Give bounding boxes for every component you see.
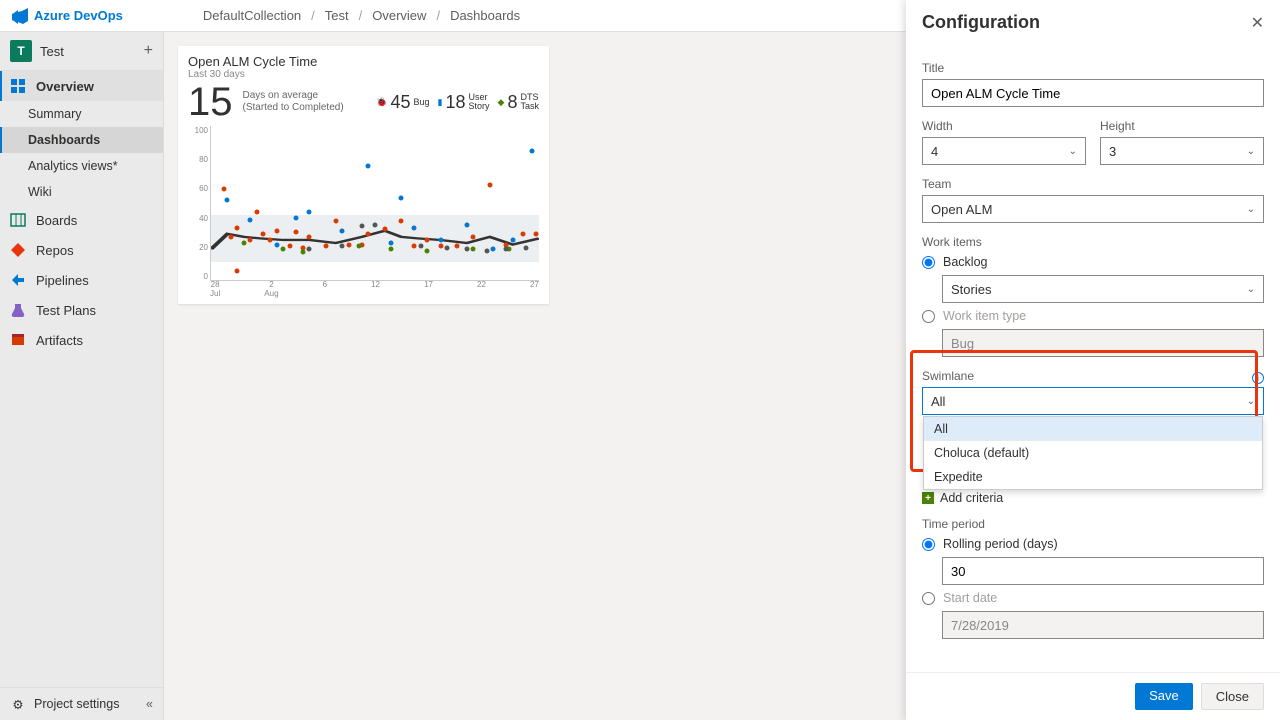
sidebar-item-pipelines[interactable]: Pipelines	[0, 265, 163, 295]
startdate-input	[942, 611, 1264, 639]
swimlane-option[interactable]: Expedite	[924, 465, 1262, 489]
backlog-radio[interactable]: Backlog	[922, 255, 1264, 269]
brand-logo[interactable]: Azure DevOps	[12, 8, 123, 24]
sidebar-item-overview[interactable]: Overview	[0, 71, 163, 101]
breadcrumb-item[interactable]: Dashboards	[450, 8, 520, 23]
width-select[interactable]: 4⌄	[922, 137, 1086, 165]
add-criteria-button[interactable]: +Add criteria	[922, 491, 1264, 505]
timeperiod-label: Time period	[922, 517, 1264, 531]
testplans-icon	[10, 302, 26, 318]
project-badge: T	[10, 40, 32, 62]
height-label: Height	[1100, 119, 1264, 133]
chevron-down-icon: ⌄	[1247, 284, 1255, 295]
azure-devops-icon	[12, 8, 28, 24]
breadcrumb: DefaultCollection / Test / Overview / Da…	[203, 8, 520, 23]
sidebar-item-repos[interactable]: Repos	[0, 235, 163, 265]
project-header[interactable]: T Test +	[0, 32, 163, 71]
save-button[interactable]: Save	[1135, 683, 1193, 710]
swimlane-option[interactable]: Choluca (default)	[924, 441, 1262, 465]
breadcrumb-item[interactable]: Overview	[372, 8, 426, 23]
startdate-radio[interactable]: Start date	[922, 591, 1264, 605]
chevron-down-icon: ⌄	[1247, 204, 1255, 215]
swimlane-dropdown: All Choluca (default) Expedite	[923, 416, 1263, 490]
plus-icon: +	[922, 492, 934, 504]
sidebar-sub-dashboards[interactable]: Dashboards	[0, 127, 163, 153]
sidebar-item-testplans[interactable]: Test Plans	[0, 295, 163, 325]
cycle-time-widget[interactable]: Open ALM Cycle Time Last 30 days 15 Days…	[178, 46, 549, 304]
chart: 100806040200 28Jul2Aug612172227	[188, 126, 539, 306]
sidebar-sub-analytics[interactable]: Analytics views*	[0, 153, 163, 179]
widget-title: Open ALM Cycle Time	[188, 54, 539, 69]
big-number: 15	[188, 82, 233, 122]
sidebar-sub-wiki[interactable]: Wiki	[0, 179, 163, 205]
sidebar-item-boards[interactable]: Boards	[0, 205, 163, 235]
task-icon: ◆	[498, 97, 505, 108]
title-label: Title	[922, 61, 1264, 75]
rolling-input[interactable]	[942, 557, 1264, 585]
avg-label: Days on average (Started to Completed)	[243, 90, 344, 114]
team-label: Team	[922, 177, 1264, 191]
rolling-radio[interactable]: Rolling period (days)	[922, 537, 1264, 551]
add-icon[interactable]: +	[144, 42, 153, 60]
repos-icon	[10, 242, 26, 258]
project-name: Test	[40, 44, 136, 59]
collapse-icon[interactable]: «	[146, 697, 153, 711]
legend: 🐞45Bug ▮18UserStory ◆8DTSTask	[376, 92, 539, 113]
wit-select: Bug	[942, 329, 1264, 357]
overview-icon	[10, 78, 26, 94]
width-label: Width	[922, 119, 1086, 133]
breadcrumb-item[interactable]: DefaultCollection	[203, 8, 301, 23]
artifacts-icon	[10, 332, 26, 348]
panel-title: Configuration	[922, 12, 1040, 33]
chevron-down-icon: ⌄	[1247, 396, 1255, 407]
team-select[interactable]: Open ALM⌄	[922, 195, 1264, 223]
project-settings[interactable]: ⚙ Project settings «	[0, 687, 163, 720]
bug-icon: 🐞	[376, 97, 387, 108]
story-icon: ▮	[438, 97, 443, 108]
title-input[interactable]	[922, 79, 1264, 107]
workitems-label: Work items	[922, 235, 1264, 249]
boards-icon	[10, 212, 26, 228]
swimlane-select[interactable]: All⌄ All Choluca (default) Expedite	[922, 387, 1264, 415]
widget-subtitle: Last 30 days	[188, 69, 539, 80]
close-icon[interactable]: ✕	[1251, 13, 1264, 33]
info-icon[interactable]: i	[1252, 372, 1264, 384]
gear-icon: ⚙	[10, 696, 26, 712]
sidebar-item-artifacts[interactable]: Artifacts	[0, 325, 163, 355]
chevron-down-icon: ⌄	[1247, 146, 1255, 157]
config-panel: Configuration ✕ Title Width 4⌄ Height 3⌄…	[906, 0, 1280, 720]
sidebar: T Test + Overview Summary Dashboards Ana…	[0, 32, 164, 720]
pipelines-icon	[10, 272, 26, 288]
height-select[interactable]: 3⌄	[1100, 137, 1264, 165]
chevron-down-icon: ⌄	[1069, 146, 1077, 157]
brand-text: Azure DevOps	[34, 8, 123, 23]
backlog-select[interactable]: Stories⌄	[942, 275, 1264, 303]
sidebar-sub-summary[interactable]: Summary	[0, 101, 163, 127]
wit-radio[interactable]: Work item type	[922, 309, 1264, 323]
close-button[interactable]: Close	[1201, 683, 1264, 710]
swimlane-label: Swimlane	[922, 369, 974, 383]
swimlane-option[interactable]: All	[924, 417, 1262, 441]
breadcrumb-item[interactable]: Test	[325, 8, 349, 23]
